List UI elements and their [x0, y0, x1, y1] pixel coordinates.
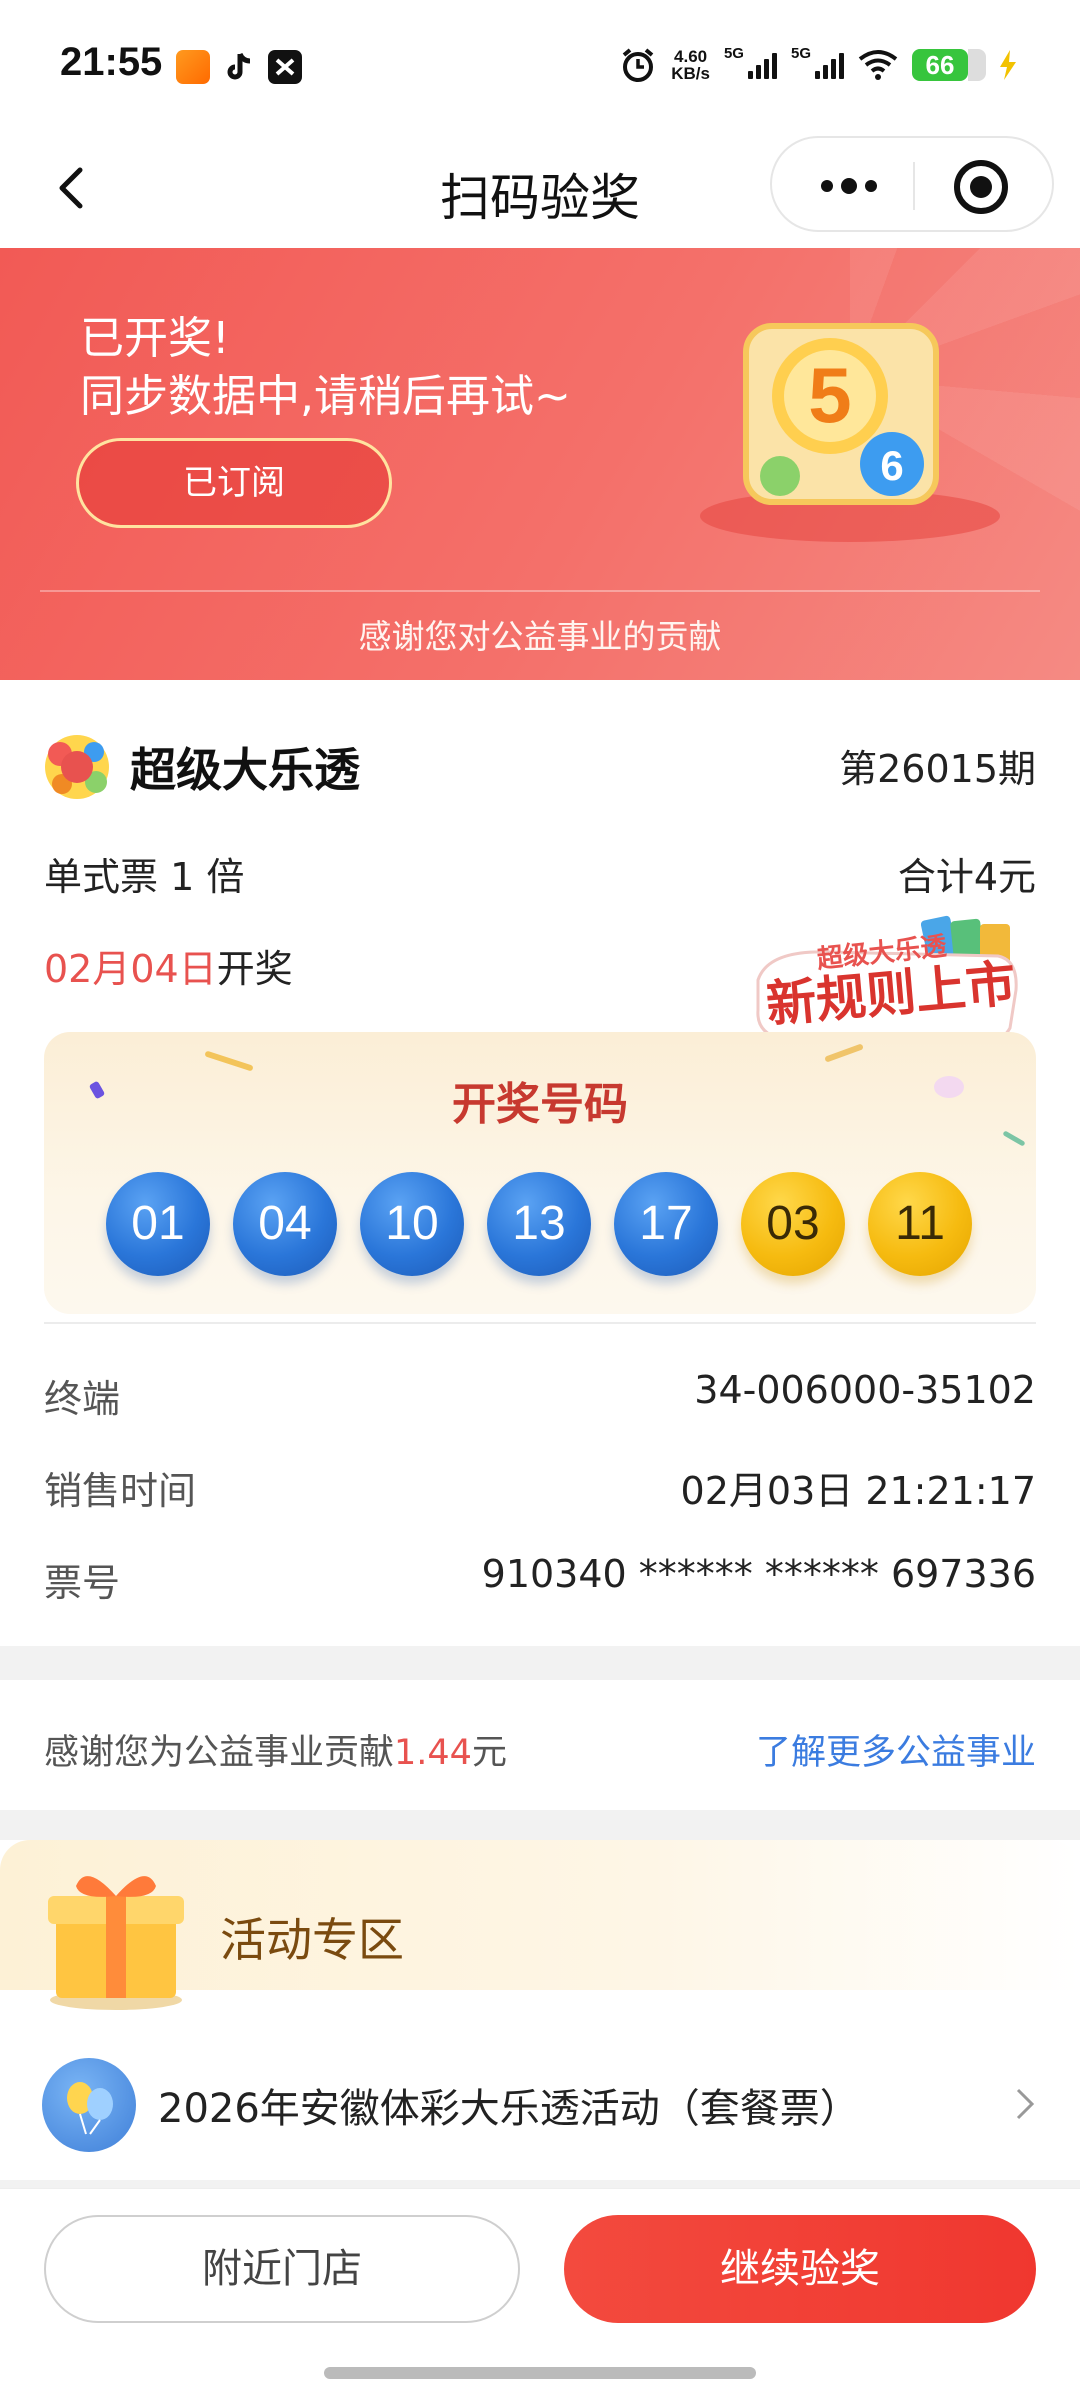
activity-section: 活动专区 2026年安徽体彩大乐透活动（套餐票）: [0, 1840, 1080, 2180]
terminal-label: 终端: [44, 1377, 121, 1421]
banner-divider: [40, 590, 1040, 592]
contribution-prefix: 感谢您为公益事业贡献: [44, 1733, 395, 1773]
contribution-text: 感谢您为公益事业贡献1.44元: [44, 1724, 507, 1775]
status-right-cluster: 4.60 KB/s 5G 5G 66: [619, 42, 1020, 88]
ticket-number-label: 票号: [44, 1561, 121, 1605]
learn-more-charity-link[interactable]: 了解更多公益事业: [756, 1724, 1036, 1775]
tiktok-icon: [222, 50, 256, 84]
signal-icon: [747, 51, 777, 79]
banner-footer: 感谢您对公益事业的贡献: [358, 617, 722, 656]
nearby-stores-button[interactable]: 附近门店: [44, 2215, 520, 2323]
status-time: 21:55: [60, 40, 163, 84]
message-icon: [268, 50, 302, 84]
draw-date: 02月04日: [44, 947, 217, 991]
home-indicator[interactable]: [324, 2367, 756, 2379]
draw-date-row: 02月04日开奖: [44, 938, 293, 993]
balloon-icon: [42, 2058, 136, 2152]
front-ball-2: 04: [233, 1172, 337, 1276]
front-ball-1: 01: [106, 1172, 210, 1276]
signal-icon: [815, 51, 844, 79]
contribution-suffix: 元: [471, 1733, 507, 1773]
charging-icon: [1000, 50, 1016, 80]
super-lotto-logo-icon: [45, 735, 109, 799]
ticket-type: 单式票 1 倍: [44, 855, 245, 899]
network-speed: 4.60 KB/s: [671, 48, 710, 82]
illustration-ball-6: 6: [880, 442, 903, 489]
ticket-total: 合计4元: [897, 855, 1036, 899]
navigation-bar: 扫码验奖: [0, 130, 1080, 248]
draw-suffix: 开奖: [216, 947, 293, 991]
target-close-icon[interactable]: [954, 160, 1008, 214]
terminal-value: 34-006000-35102: [694, 1368, 1036, 1412]
network-speed-value: 4.60: [674, 47, 708, 66]
confetti-decoration: [824, 1043, 864, 1063]
winning-numbers-panel: 开奖号码 01 04 10 13 17 03 11: [44, 1032, 1036, 1314]
sim1-label: 5G: [723, 44, 744, 62]
illustration-ball-5: 5: [808, 351, 851, 439]
sale-time-label: 销售时间: [44, 1469, 197, 1513]
taobao-flash-icon: [176, 50, 210, 84]
activity-item-text[interactable]: 2026年安徽体彩大乐透活动（套餐票）: [158, 2076, 860, 2134]
front-ball-4: 13: [487, 1172, 591, 1276]
more-dots-icon[interactable]: [804, 162, 894, 210]
status-bar: 21:55 4.60 KB/s 5G 5G 66: [0, 0, 1080, 130]
lottery-name: 超级大乐透: [130, 743, 360, 797]
sim2-label: 5G: [790, 44, 811, 62]
capsule-divider: [913, 162, 915, 210]
confetti-decoration: [1002, 1130, 1026, 1147]
lottery-balls-illustration: 5 6: [700, 323, 1000, 542]
back-ball-1: 03: [741, 1172, 845, 1276]
activity-title: 活动专区: [220, 1913, 404, 1967]
wifi-icon: [858, 50, 898, 80]
activity-header: 活动专区: [0, 1840, 1080, 2010]
banner-subtitle: 同步数据中,请稍后再试~: [80, 371, 571, 422]
chevron-right-icon[interactable]: [1010, 2084, 1040, 2124]
subscribed-button[interactable]: 已订阅: [76, 438, 392, 528]
contribution-strip: 感谢您为公益事业贡献1.44元 了解更多公益事业: [0, 1680, 1080, 1810]
banner-title: 已开奖!: [80, 313, 230, 364]
miniprogram-capsule: [770, 136, 1054, 232]
winning-numbers-title: 开奖号码: [452, 1079, 628, 1130]
ticket-card: 超级大乐透 第26015期 单式票 1 倍 合计4元 02月04日开奖 超级大乐…: [0, 680, 1080, 1646]
result-banner: 已开奖! 同步数据中,请稍后再试~ 已订阅 5 6 感谢您对公益事业的贡献: [0, 248, 1080, 680]
ticket-number-value: 910340 ****** ****** 697336: [481, 1552, 1036, 1596]
bottom-action-bar: 附近门店 继续验奖: [0, 2188, 1080, 2400]
card-divider: [44, 1322, 1036, 1324]
issue-number: 第26015期: [839, 747, 1036, 791]
battery-icon: 66: [912, 49, 986, 81]
gift-box-icon: [48, 1876, 184, 2010]
network-speed-unit: KB/s: [671, 64, 710, 83]
front-ball-3: 10: [360, 1172, 464, 1276]
continue-verify-button[interactable]: 继续验奖: [564, 2215, 1036, 2323]
contribution-amount: 1.44: [394, 1733, 472, 1773]
front-ball-5: 17: [614, 1172, 718, 1276]
alarm-icon: [622, 48, 654, 82]
sale-time-value: 02月03日 21:21:17: [680, 1469, 1036, 1513]
back-ball-2: 11: [868, 1172, 972, 1276]
